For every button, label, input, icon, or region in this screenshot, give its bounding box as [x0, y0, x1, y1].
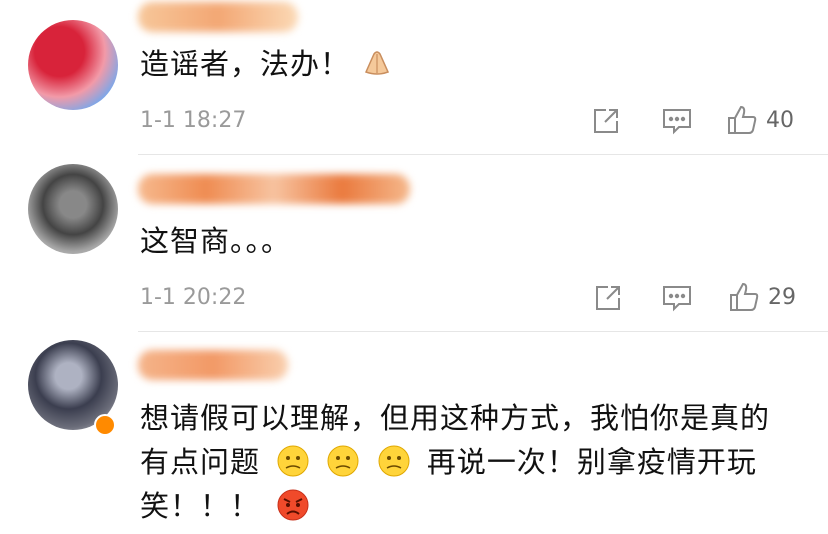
- like-button[interactable]: 40: [726, 104, 794, 136]
- thinking-face-emoji-icon: [326, 444, 360, 478]
- reply-button[interactable]: [662, 107, 692, 135]
- username-blurred[interactable]: [138, 350, 288, 380]
- thinking-face-emoji-icon: [276, 444, 310, 478]
- like-button[interactable]: 29: [728, 281, 796, 313]
- hands-emoji-icon: [360, 46, 394, 80]
- comment-text: 这智商。。。: [140, 224, 292, 258]
- comment-text: 想请假可以理解，但用这种方式，我怕你是真的 有点问题 再说一次！别拿疫情开玩 笑…: [140, 401, 771, 523]
- avatar[interactable]: [28, 20, 118, 110]
- comment-icon: [662, 284, 692, 312]
- share-button[interactable]: [594, 284, 622, 312]
- username-blurred[interactable]: [138, 174, 410, 204]
- angry-face-emoji-icon: [276, 488, 310, 522]
- divider: [138, 331, 828, 332]
- avatar[interactable]: [28, 164, 118, 254]
- comment-text: 造谣者，法办！: [140, 42, 810, 86]
- comment-time: 1-1 18:27: [140, 108, 247, 133]
- comment-time: 1-1 20:22: [140, 285, 247, 310]
- divider: [138, 154, 828, 155]
- comment-icon: [662, 107, 692, 135]
- thinking-face-emoji-icon: [377, 444, 411, 478]
- username-blurred[interactable]: [138, 2, 298, 32]
- share-icon: [594, 284, 622, 312]
- like-count: 29: [768, 284, 796, 310]
- like-count: 40: [766, 107, 794, 133]
- like-icon: [728, 281, 760, 313]
- share-icon: [592, 107, 620, 135]
- verified-badge-icon: [94, 414, 116, 436]
- reply-button[interactable]: [662, 284, 692, 312]
- like-icon: [726, 104, 758, 136]
- share-button[interactable]: [592, 107, 620, 135]
